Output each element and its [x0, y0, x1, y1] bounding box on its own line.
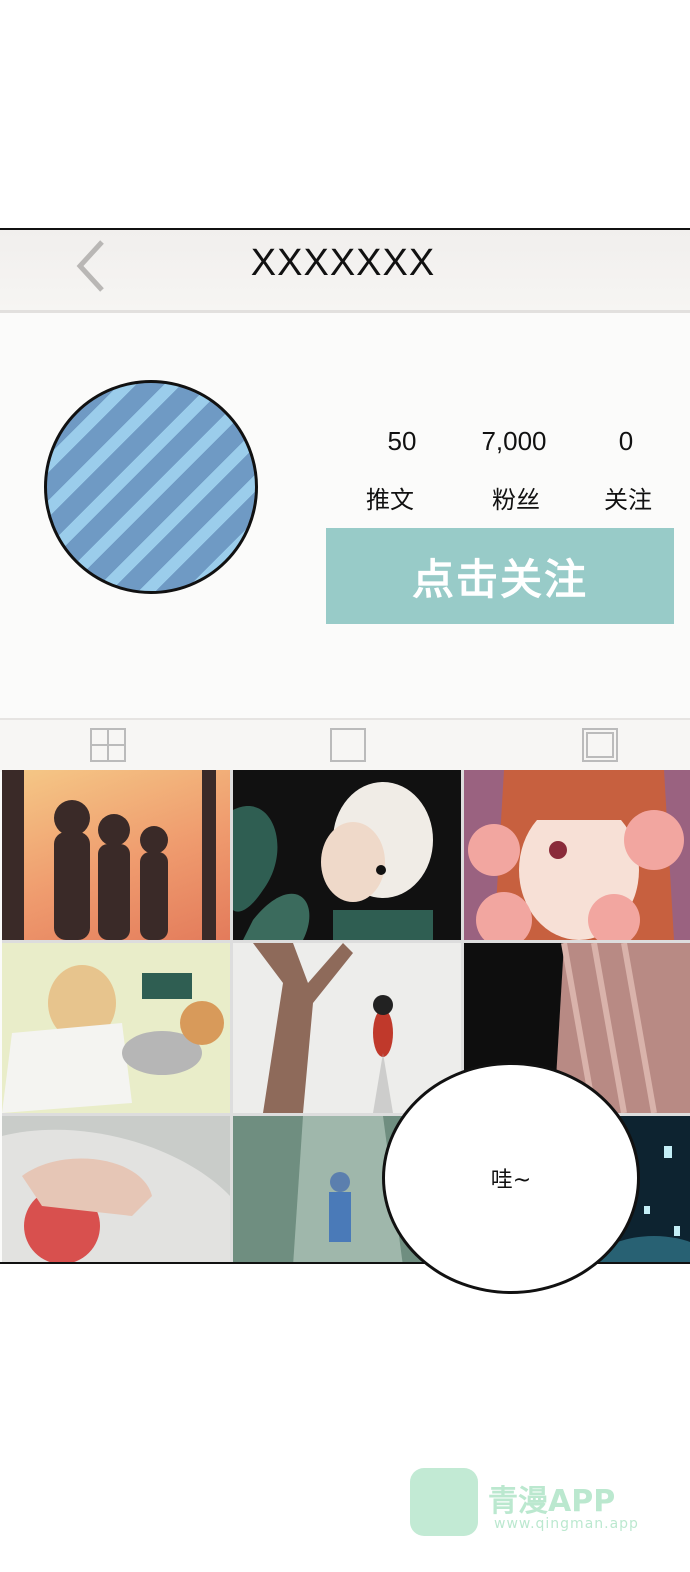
cat-logo-icon: [410, 1468, 478, 1536]
followers-label: 粉丝: [492, 486, 540, 514]
page-title: XXXXXXX: [250, 242, 436, 284]
grid-icon[interactable]: [90, 728, 126, 762]
watermark-name: 青漫APP: [488, 1484, 616, 1519]
post-thumbnail[interactable]: [464, 770, 690, 940]
post-thumbnail[interactable]: [233, 770, 461, 940]
follow-button[interactable]: 点击关注: [326, 528, 674, 624]
posts-count: 50: [387, 426, 417, 456]
post-thumbnail[interactable]: [233, 943, 461, 1113]
post-thumbnail[interactable]: [2, 770, 230, 940]
speech-bubble: 哇~: [382, 1062, 640, 1294]
post-thumbnail[interactable]: [2, 943, 230, 1113]
framed-square-icon[interactable]: [582, 728, 618, 762]
posts-label: 推文: [366, 486, 414, 514]
following-count: 0: [618, 426, 634, 456]
square-icon[interactable]: [330, 728, 366, 762]
app-header: XXXXXXX: [0, 230, 690, 313]
post-thumbnail[interactable]: [2, 1116, 230, 1262]
speech-bubble-text: 哇~: [490, 1168, 532, 1193]
followers-count: 7,000: [481, 426, 547, 456]
avatar[interactable]: [44, 380, 258, 594]
following-label: 关注: [604, 486, 652, 514]
watermark-url: www.qingman.app: [494, 1516, 639, 1532]
view-tabs: [0, 718, 690, 772]
